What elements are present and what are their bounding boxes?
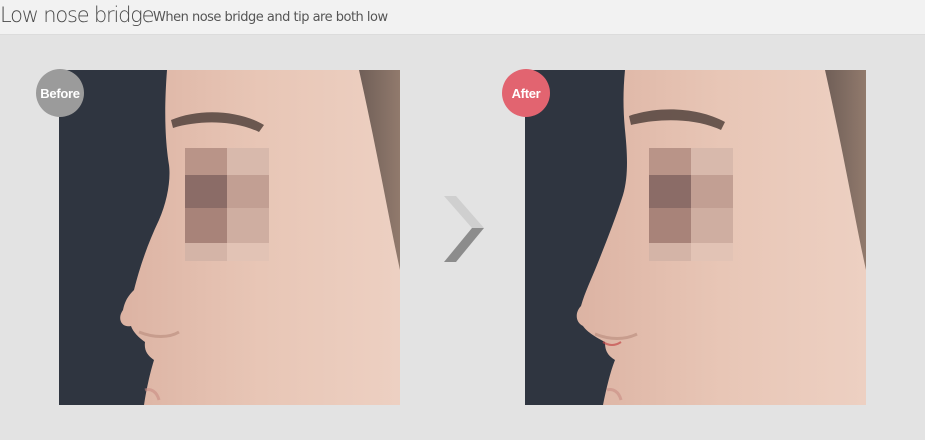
before-photo bbox=[59, 70, 400, 405]
after-photo bbox=[525, 70, 866, 405]
before-badge: Before bbox=[36, 69, 84, 117]
chevron-right-icon bbox=[436, 190, 492, 270]
page-title: Low nose bridge bbox=[0, 3, 155, 27]
blurred-eye-area bbox=[649, 148, 733, 261]
blurred-eye-area bbox=[185, 148, 269, 261]
header-bar: Low nose bridge When nose bridge and tip… bbox=[0, 0, 925, 35]
after-badge: After bbox=[502, 69, 550, 117]
page-subtitle: When nose bridge and tip are both low bbox=[153, 10, 388, 25]
